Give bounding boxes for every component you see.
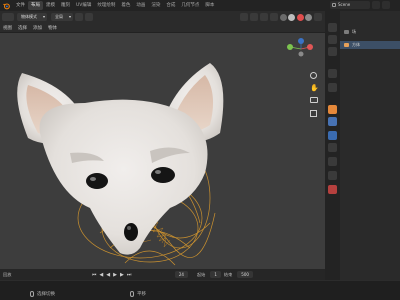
gizmo-button[interactable] [250,13,258,21]
menu-file[interactable]: 文件 [13,0,28,11]
menu-view[interactable]: 视图 [0,25,15,31]
play-icon[interactable]: ▶ [112,272,119,278]
end-label: 结束 [223,271,233,277]
menu-add[interactable]: 添加 [30,25,45,31]
material-tab-icon[interactable] [328,185,337,194]
outliner-row-label: 方体 [352,42,360,47]
workspace-tab[interactable]: 纹理绘制 [94,1,118,10]
workspace-tab[interactable]: 几何节点 [178,1,202,10]
transform-orientation-dropdown[interactable]: 全局 ▾ [51,13,73,21]
start-frame-field[interactable]: 1 [210,271,221,278]
scene-selector[interactable]: Scene [330,1,370,9]
properties-tab-strip [325,11,340,280]
fox-nose [124,223,138,241]
hand-icon[interactable]: ✋ [310,84,319,92]
top-menu-bar: 文件 布局 建模 雕刻 UV编辑 纹理绘制 着色 动画 渲染 合成 几何节点 脚本 Scene [0,0,400,11]
fox-scene [17,63,224,266]
status-left-hint: 选择切换 [30,291,55,297]
collection-icon [344,30,349,34]
constraints-tab-icon[interactable] [328,157,337,166]
grid-icon[interactable] [310,110,317,117]
scene-tab-icon[interactable] [328,83,337,92]
chevron-down-icon: ▾ [42,14,45,19]
workspace-tab[interactable]: 脚本 [202,1,217,10]
particles-tab-icon[interactable] [328,131,337,140]
next-keyframe-icon[interactable]: ▶ [118,272,125,278]
navigation-gizmo[interactable] [280,35,320,65]
blender-logo-icon[interactable] [2,2,11,10]
render-layer-icon[interactable] [382,1,390,9]
mode-label: 物体模式 [21,14,37,19]
mouse-left-icon [30,291,34,297]
blender-window: 文件 布局 建模 雕刻 UV编辑 纹理绘制 着色 动画 渲染 合成 几何节点 脚本 Scene 物体… [0,0,400,300]
tool-tab-icon[interactable] [328,23,337,32]
object-tab-icon[interactable] [328,105,337,114]
shading-solid-button[interactable] [288,13,295,21]
shading-rendered-button[interactable] [305,13,312,21]
workspace-tab[interactable]: UV编辑 [73,1,94,10]
workspace-tab[interactable]: 建模 [43,1,58,10]
editor-type-button[interactable] [2,13,14,21]
workspace-tab[interactable]: 雕刻 [58,1,73,10]
workspace-tab[interactable]: 着色 [118,1,133,10]
viewport-header: 物体模式 ▾ 全局 ▾ [0,11,325,23]
physics-tab-icon[interactable] [328,143,337,152]
snap-button[interactable] [75,13,83,21]
timeline-bar: 回放 ⏮ ◀ ◀ ▶ ▶ ⏭ 24 起始 1 结束 500 [0,269,325,280]
overlay-button[interactable] [260,13,268,21]
fox-head [39,99,208,255]
status-mid-hint: 平移 [130,291,146,297]
workspace-tab[interactable]: 动画 [133,1,148,10]
outliner-panel: 场 方体 [340,11,400,280]
prev-keyframe-icon[interactable]: ◀ [98,272,105,278]
object-icon [344,43,349,47]
menu-select[interactable]: 选择 [15,25,30,31]
mouse-middle-icon [130,291,134,297]
render-tab-icon[interactable] [328,35,337,44]
status-left-text: 选择切换 [37,292,55,297]
shading-material-button[interactable] [296,13,304,21]
workspace-tab[interactable]: 合成 [163,1,178,10]
outliner-row-selected[interactable]: 方体 [340,41,400,49]
play-reverse-icon[interactable]: ◀ [105,272,112,278]
shading-wireframe-button[interactable] [279,13,287,21]
jump-end-icon[interactable]: ⏭ [125,272,133,278]
current-frame-field[interactable]: 24 [174,271,188,278]
shading-options-button[interactable] [314,13,322,21]
workspace-tab[interactable]: 渲染 [148,1,163,10]
scene-name: Scene [338,2,351,7]
view-layer-tab-icon[interactable] [328,69,337,78]
right-eye [151,167,175,183]
mode-dropdown[interactable]: 物体模式 ▾ [17,13,47,21]
chevron-down-icon: ▾ [68,14,71,19]
viewport-menu-row: 视图 选择 添加 物体 [0,23,325,33]
left-eye [86,173,108,189]
zoom-icon[interactable] [310,72,317,79]
view-layer-icon[interactable] [372,1,380,9]
start-label: 起始 [196,271,206,277]
workspace-tabs: 布局 建模 雕刻 UV编辑 纹理绘制 着色 动画 渲染 合成 几何节点 脚本 [28,1,217,10]
playback-menu[interactable]: 回放 [0,272,14,278]
camera-icon[interactable] [310,97,318,103]
proportional-edit-button[interactable] [85,13,93,21]
outliner-row-label: 场 [352,29,356,34]
workspace-tab[interactable]: 布局 [28,1,43,10]
scene-icon [332,3,336,7]
data-tab-icon[interactable] [328,171,337,180]
visibility-button[interactable] [240,13,248,21]
status-bar: 选择切换 平移 [0,280,400,300]
status-mid-text: 平移 [137,292,146,297]
menu-object[interactable]: 物体 [45,25,60,31]
xray-button[interactable] [270,13,278,21]
modifier-tab-icon[interactable] [328,117,337,126]
jump-start-icon[interactable]: ⏮ [90,272,98,278]
3d-viewport[interactable] [0,33,325,269]
end-frame-field[interactable]: 500 [237,271,253,278]
outliner-row[interactable]: 场 [340,28,400,36]
transform-label: 全局 [55,14,63,19]
output-tab-icon[interactable] [328,47,337,56]
